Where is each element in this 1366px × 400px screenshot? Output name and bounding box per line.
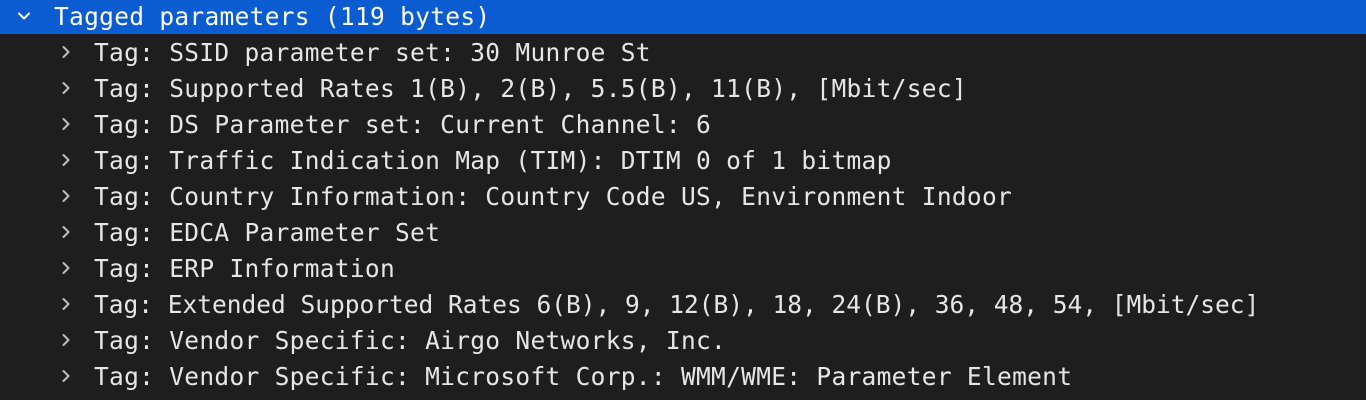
tree-row-tag[interactable]: Tag: EDCA Parameter Set [0,214,1366,250]
tree-row-tag[interactable]: Tag: Country Information: Country Code U… [0,178,1366,214]
tree-row-label: Tag: DS Parameter set: Current Channel: … [94,109,712,139]
tree-row-label: Tag: ERP Information [94,253,396,283]
tree-row-label: Tag: SSID parameter set: 30 Munroe St [94,37,651,67]
chevron-right-icon[interactable] [56,78,76,98]
chevron-right-icon[interactable] [56,366,76,386]
tree-row-tag[interactable]: Tag: Traffic Indication Map (TIM): DTIM … [0,142,1366,178]
tree-row-tag[interactable]: Tag: Supported Rates 1(B), 2(B), 5.5(B),… [0,70,1366,106]
tree-row-tag[interactable]: Tag: DS Parameter set: Current Channel: … [0,106,1366,142]
tree-row-label: Tag: Vendor Specific: Microsoft Corp.: W… [94,361,1073,391]
chevron-down-icon[interactable] [14,6,34,26]
tree-row-tag[interactable]: Tag: Extended Supported Rates 6(B), 9, 1… [0,286,1366,322]
chevron-right-icon[interactable] [56,150,76,170]
chevron-right-icon[interactable] [56,258,76,278]
chevron-right-icon[interactable] [56,42,76,62]
tree-row-tag[interactable]: Tag: ERP Information [0,250,1366,286]
chevron-right-icon[interactable] [56,294,76,314]
chevron-right-icon[interactable] [56,186,76,206]
tree-row-tag[interactable]: Tag: Vendor Specific: Airgo Networks, In… [0,322,1366,358]
tree-row-label: Tag: Extended Supported Rates 6(B), 9, 1… [94,289,1260,319]
tree-row-label: Tag: Vendor Specific: Airgo Networks, In… [94,325,727,355]
chevron-right-icon[interactable] [56,114,76,134]
tree-row-tagged-parameters[interactable]: Tagged parameters (119 bytes) [0,0,1366,34]
chevron-right-icon[interactable] [56,222,76,242]
tree-row-label: Tag: Country Information: Country Code U… [94,181,1013,211]
tree-row-label: Tag: EDCA Parameter Set [94,217,441,247]
tree-row-label: Tag: Traffic Indication Map (TIM): DTIM … [94,145,892,175]
tree-row-label: Tagged parameters (119 bytes) [54,1,491,31]
tree-row-tag[interactable]: Tag: Vendor Specific: Microsoft Corp.: W… [0,358,1366,394]
tree-row-label: Tag: Supported Rates 1(B), 2(B), 5.5(B),… [94,73,967,103]
tree-row-tag[interactable]: Tag: SSID parameter set: 30 Munroe St [0,34,1366,70]
packet-details-tree: Tagged parameters (119 bytes) Tag: SSID … [0,0,1366,400]
chevron-right-icon[interactable] [56,330,76,350]
